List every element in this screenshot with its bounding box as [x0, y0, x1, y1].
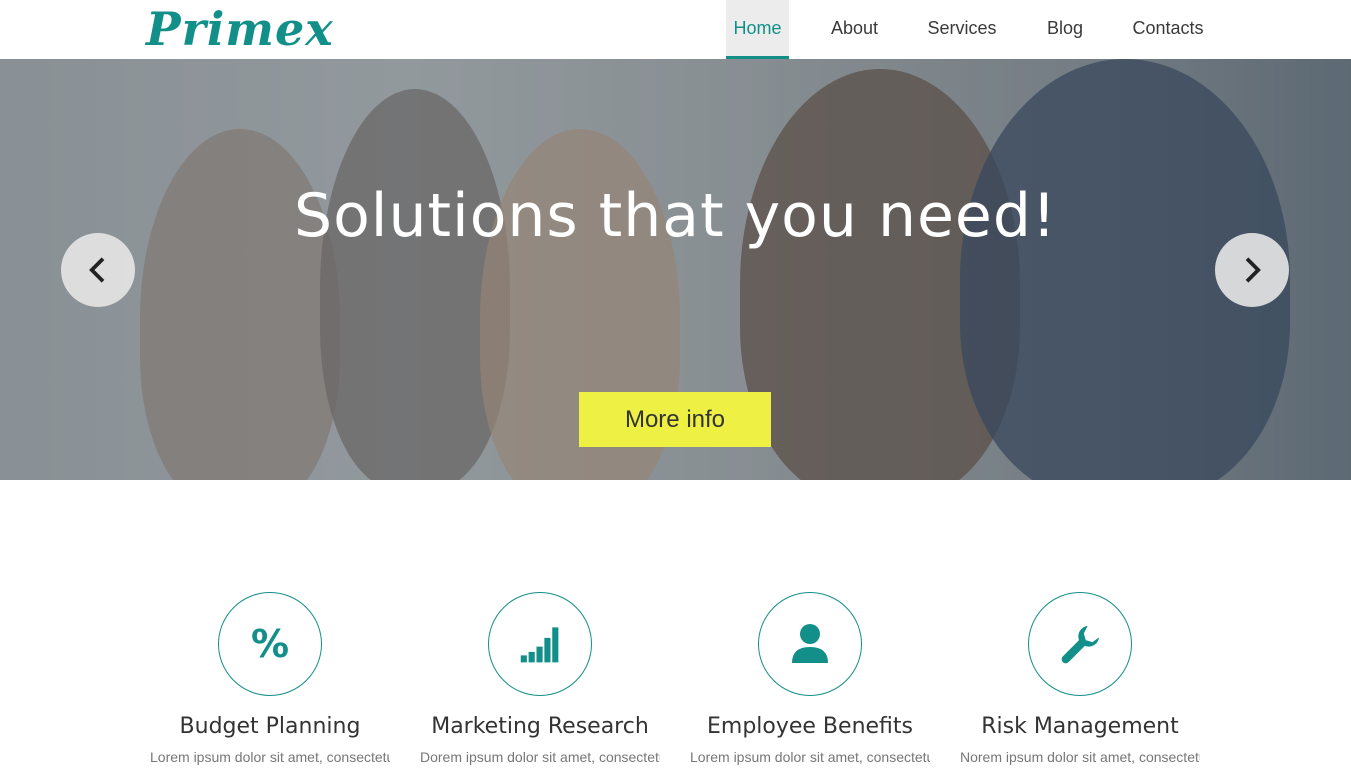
- feature-icon-circle[interactable]: %: [218, 592, 322, 696]
- wrench-icon: [1061, 625, 1100, 664]
- bar-chart-icon: [520, 627, 559, 663]
- feature-employee-benefits: Employee Benefits Lorem ipsum dolor sit …: [690, 592, 930, 765]
- feature-text: Lorem ipsum dolor sit amet, consectetur: [150, 749, 390, 765]
- nav-item-blog[interactable]: Blog: [1004, 0, 1126, 59]
- features-section: % Budget Planning Lorem ipsum dolor sit …: [0, 480, 1351, 768]
- chevron-left-icon: [89, 257, 105, 283]
- percent-icon: %: [250, 622, 290, 666]
- feature-risk-management: Risk Management Norem ipsum dolor sit am…: [960, 592, 1200, 765]
- user-icon: [792, 624, 828, 663]
- feature-marketing-research: Marketing Research Dorem ipsum dolor sit…: [420, 592, 660, 765]
- feature-text: Dorem ipsum dolor sit amet, consectetur: [420, 749, 660, 765]
- hero-slider: Solutions that you need! More info: [0, 59, 1351, 480]
- feature-text: Norem ipsum dolor sit amet, consectetur: [960, 749, 1200, 765]
- feature-icon-circle[interactable]: [758, 592, 862, 696]
- feature-title: Budget Planning: [179, 714, 361, 739]
- feature-title: Risk Management: [981, 714, 1179, 739]
- feature-icon-circle[interactable]: [488, 592, 592, 696]
- site-header: Primex Home About Services Blog Contacts: [0, 0, 1351, 59]
- nav-item-services[interactable]: Services: [920, 0, 1004, 59]
- feature-title: Marketing Research: [431, 714, 649, 739]
- main-nav: Home About Services Blog Contacts: [726, 0, 1210, 59]
- chevron-right-icon: [1245, 257, 1261, 283]
- more-info-button[interactable]: More info: [579, 392, 771, 447]
- slider-prev-button[interactable]: [61, 233, 135, 307]
- feature-icon-circle[interactable]: [1028, 592, 1132, 696]
- feature-text: Lorem ipsum dolor sit amet, consectetur: [690, 749, 930, 765]
- nav-item-home[interactable]: Home: [726, 0, 789, 59]
- feature-title: Employee Benefits: [706, 714, 913, 739]
- brand-logo[interactable]: Primex: [146, 2, 334, 56]
- nav-item-about[interactable]: About: [789, 0, 920, 59]
- hero-title: Solutions that you need!: [294, 181, 1057, 251]
- nav-item-contacts[interactable]: Contacts: [1126, 0, 1210, 59]
- slider-next-button[interactable]: [1215, 233, 1289, 307]
- feature-budget-planning: % Budget Planning Lorem ipsum dolor sit …: [150, 592, 390, 765]
